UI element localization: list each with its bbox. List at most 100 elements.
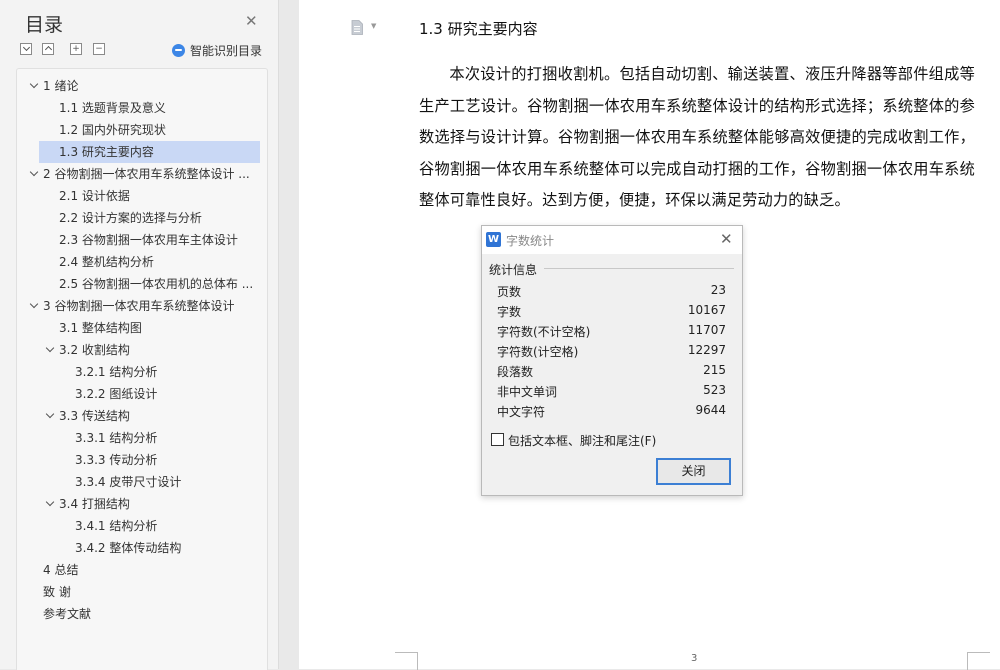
stat-value: 9644 <box>695 403 726 417</box>
toc-item[interactable]: 3.2.1 结构分析 <box>17 361 265 383</box>
toc-item[interactable]: 3.3.4 皮带尺寸设计 <box>17 471 265 493</box>
close-icon[interactable]: ✕ <box>245 12 258 30</box>
toc-item[interactable]: 1 绪论 <box>17 75 265 97</box>
include-notes-checkbox[interactable] <box>491 433 504 446</box>
toc-item[interactable]: 2 谷物割捆一体农用车系统整体设计 ... <box>17 163 265 185</box>
toc-item[interactable]: 2.1 设计依据 <box>17 185 265 207</box>
toc-item[interactable]: 3.3.1 结构分析 <box>17 427 265 449</box>
toc-item-label: 2.4 整机结构分析 <box>59 255 154 269</box>
toc-item[interactable]: 1.2 国内外研究现状 <box>17 119 265 141</box>
dialog-title: 字数统计 <box>506 234 555 248</box>
toc-item-label: 2.5 谷物割捆一体农用机的总体布 ... <box>59 277 254 291</box>
stat-row: 中文字符 9644 <box>497 403 726 423</box>
close-button[interactable]: 关闭 <box>656 458 731 485</box>
toc-item-label: 3.3.3 传动分析 <box>75 453 158 467</box>
toc-item-label: 2.2 设计方案的选择与分析 <box>59 211 202 225</box>
toc-item[interactable]: 3.3.3 传动分析 <box>17 449 265 471</box>
smart-toc-button[interactable]: 智能识别目录 <box>172 42 262 59</box>
stat-value: 23 <box>710 283 726 297</box>
toc-item-label: 2 谷物割捆一体农用车系统整体设计 ... <box>43 167 250 181</box>
crop-mark-right <box>967 652 990 670</box>
toc-item-label: 2.1 设计依据 <box>59 189 130 203</box>
toc-item[interactable]: 3.2 收割结构 <box>17 339 265 361</box>
stat-row: 字数 10167 <box>497 303 726 323</box>
toc-item[interactable]: 2.4 整机结构分析 <box>17 251 265 273</box>
stat-row: 段落数 215 <box>497 363 726 383</box>
chevron-down-icon[interactable] <box>29 299 39 309</box>
toc-item-label: 1.2 国内外研究现状 <box>59 123 166 137</box>
toc-item[interactable]: 2.2 设计方案的选择与分析 <box>17 207 265 229</box>
chevron-down-icon[interactable] <box>45 343 55 353</box>
toc-item[interactable]: 参考文献 <box>17 603 265 625</box>
chevron-down-icon[interactable] <box>45 497 55 507</box>
toc-item[interactable]: 3.4.1 结构分析 <box>17 515 265 537</box>
document-icon[interactable] <box>351 20 363 35</box>
group-divider <box>544 268 734 269</box>
toc-item[interactable]: 3.4 打捆结构 <box>17 493 265 515</box>
stat-label: 字符数(计空格) <box>497 345 579 359</box>
toc-item-label: 2.3 谷物割捆一体农用车主体设计 <box>59 233 238 247</box>
toc-item-label: 1.3 研究主要内容 <box>59 145 154 159</box>
stat-label: 字符数(不计空格) <box>497 325 591 339</box>
stat-value: 523 <box>703 383 726 397</box>
toc-item-label: 3.4.2 整体传动结构 <box>75 541 182 555</box>
stat-value: 215 <box>703 363 726 377</box>
chevron-down-icon[interactable] <box>45 409 55 419</box>
toc-item[interactable]: 3.1 整体结构图 <box>17 317 265 339</box>
toc-item-label: 3.1 整体结构图 <box>59 321 142 335</box>
toc-item[interactable]: 4 总结 <box>17 559 265 581</box>
toc-item[interactable]: 2.5 谷物割捆一体农用机的总体布 ... <box>17 273 265 295</box>
caret-down-icon[interactable]: ▼ <box>371 22 376 30</box>
toc-item-label: 致 谢 <box>43 585 71 599</box>
toc-item[interactable]: 1.1 选题背景及意义 <box>17 97 265 119</box>
word-count-dialog: W 字数统计 ✕ 统计信息 页数 23 字数 10167 字符数(不计空格) 11707 字… <box>481 225 743 496</box>
chevron-up-icon <box>44 45 52 54</box>
crop-mark-left <box>395 652 418 670</box>
toc-item[interactable]: 3.4.2 整体传动结构 <box>17 537 265 559</box>
toc-item-label: 3.3.4 皮带尺寸设计 <box>75 475 182 489</box>
toc-sidebar: 目录 ✕ + − 智能识别目录 1 绪论 1.1 选题背景及意义 1.2 国内外研究… <box>0 0 279 670</box>
stat-value: 11707 <box>687 323 726 337</box>
collapse-button[interactable]: − <box>93 43 105 55</box>
toc-item[interactable]: 2.3 谷物割捆一体农用车主体设计 <box>17 229 265 251</box>
toc-item-label: 3.4.1 结构分析 <box>75 519 158 533</box>
toc-item-label: 3.3.1 结构分析 <box>75 431 158 445</box>
toc-item[interactable]: 1.3 研究主要内容 <box>39 141 260 163</box>
stat-row: 页数 23 <box>497 283 726 303</box>
stats-group-label: 统计信息 <box>489 263 538 277</box>
smart-recognize-icon <box>172 44 185 57</box>
section-heading: 1.3 研究主要内容 <box>419 20 538 38</box>
collapse-all-button[interactable] <box>20 43 32 55</box>
include-notes-label[interactable]: 包括文本框、脚注和尾注(F) <box>508 432 656 449</box>
chevron-down-icon[interactable] <box>29 79 39 89</box>
dialog-titlebar[interactable]: W 字数统计 ✕ <box>482 226 742 254</box>
wps-logo-icon: W <box>486 232 501 247</box>
toc-item[interactable]: 致 谢 <box>17 581 265 603</box>
toc-item-label: 3.2 收割结构 <box>59 343 130 357</box>
chevron-down-icon[interactable] <box>29 167 39 177</box>
stat-value: 12297 <box>687 343 726 357</box>
stat-label: 非中文单词 <box>497 385 558 399</box>
toc-title: 目录 <box>25 14 64 36</box>
toc-item[interactable]: 3.3 传送结构 <box>17 405 265 427</box>
toc-item-label: 1 绪论 <box>43 79 79 93</box>
chevron-down-icon <box>22 43 30 52</box>
stat-value: 10167 <box>687 303 726 317</box>
stat-label: 中文字符 <box>497 405 546 419</box>
toc-item-label: 3.2.1 结构分析 <box>75 365 158 379</box>
stat-label: 页数 <box>497 285 522 299</box>
stat-label: 字数 <box>497 305 522 319</box>
stat-row: 非中文单词 523 <box>497 383 726 403</box>
body-paragraph: 本次设计的打捆收割机。包括自动切割、输送装置、液压升降器等部件组成等生产工艺设计… <box>419 65 975 209</box>
smart-toc-label: 智能识别目录 <box>190 44 263 58</box>
toc-item[interactable]: 3 谷物割捆一体农用车系统整体设计 <box>17 295 265 317</box>
toc-item-label: 3.3 传送结构 <box>59 409 130 423</box>
toc-item-label: 3.4 打捆结构 <box>59 497 130 511</box>
expand-button[interactable]: + <box>70 43 82 55</box>
expand-up-button[interactable] <box>42 43 54 55</box>
toc-item-label: 3.2.2 图纸设计 <box>75 387 158 401</box>
stat-row: 字符数(计空格) 12297 <box>497 343 726 363</box>
toc-item[interactable]: 3.2.2 图纸设计 <box>17 383 265 405</box>
close-icon[interactable]: ✕ <box>720 230 733 248</box>
toc-item-label: 1.1 选题背景及意义 <box>59 101 166 115</box>
